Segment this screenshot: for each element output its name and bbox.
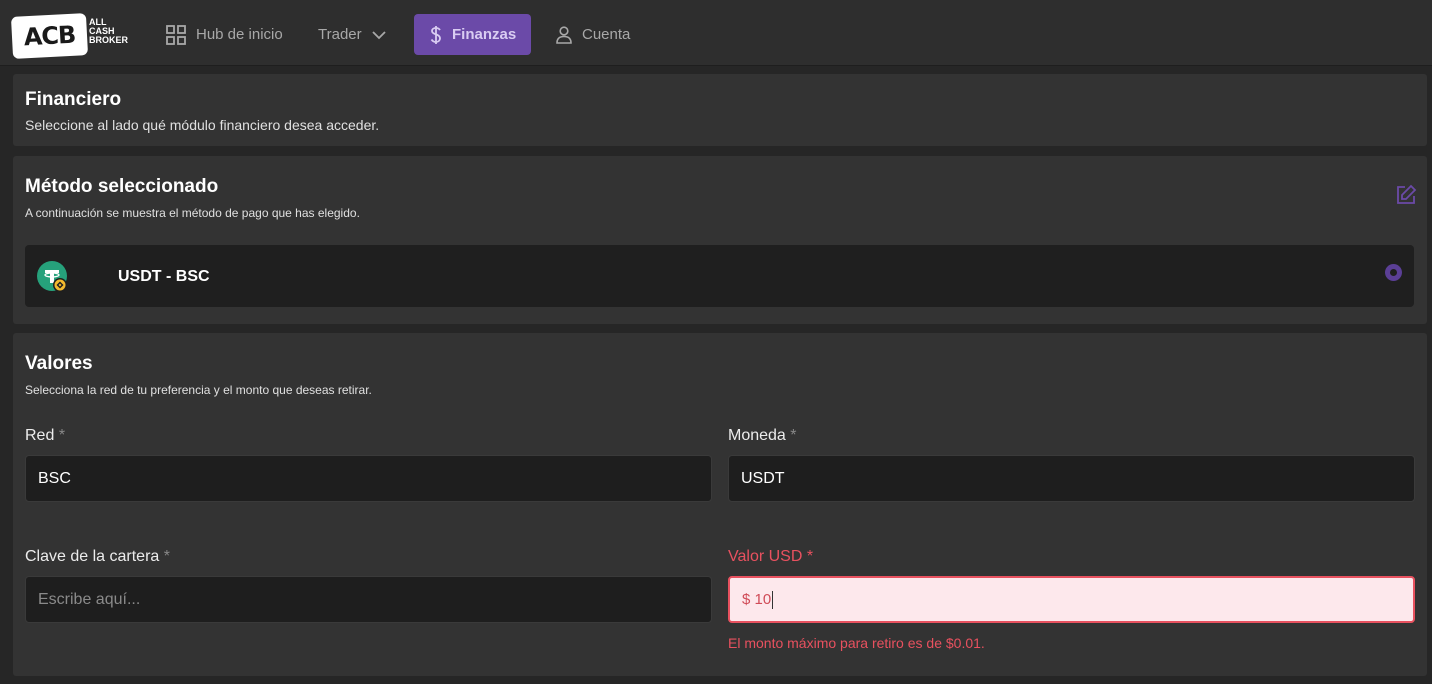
metodo-subtitle: A continuación se muestra el método de p… [25,206,360,220]
nav-finanzas[interactable]: Finanzas [414,14,531,55]
valores-card: Valores Selecciona la red de tu preferen… [13,333,1427,676]
nav-cuenta[interactable]: Cuenta [540,14,646,55]
financiero-card: Financiero Seleccione al lado qué módulo… [13,74,1427,146]
moneda-label: Moneda * [728,427,797,445]
chevron-down-icon [371,30,386,39]
red-value: BSC [38,469,71,487]
metodo-card: Método seleccionado A continuación se mu… [13,156,1427,324]
required-mark: * [790,427,797,444]
selected-method-row[interactable]: USDT - BSC [25,245,1414,307]
required-mark: * [163,548,170,565]
valor-error-message: El monto máximo para retiro es de $0.01. [728,635,985,651]
brand-logo[interactable]: ACB ALL CASH BROKER [10,13,132,59]
moneda-select[interactable]: USDT [728,455,1415,502]
metodo-title: Método seleccionado [25,176,219,197]
wallet-key-input[interactable] [25,576,712,623]
method-radio[interactable] [1385,264,1402,281]
nav-trader-label: Trader [318,26,362,43]
logo-badge: ACB [10,13,89,59]
red-select[interactable]: BSC [25,455,712,502]
method-name: USDT - BSC [118,268,210,285]
nav-finanzas-label: Finanzas [452,26,517,43]
red-label-text: Red [25,427,55,444]
usdt-bsc-icon [37,261,67,292]
valores-title: Valores [25,353,93,374]
valor-usd-label: Valor USD * [728,548,813,566]
nav-hub-de-inicio[interactable]: Hub de inicio [150,14,299,55]
top-navbar: ACB ALL CASH BROKER Hub de inicio Trader… [0,0,1432,66]
page-subtitle: Seleccione al lado qué módulo financiero… [25,117,380,133]
valor-usd-input[interactable]: $ 10 [728,576,1415,623]
red-label: Red * [25,427,65,445]
nav-cuenta-label: Cuenta [582,26,631,43]
nav-hub-label: Hub de inicio [196,26,283,43]
edit-icon[interactable] [1395,184,1417,206]
moneda-value: USDT [741,469,785,487]
moneda-label-text: Moneda [728,427,786,444]
nav-trader[interactable]: Trader [302,14,402,55]
grid-icon [166,24,186,45]
valor-label-text: Valor USD [728,548,803,565]
required-mark: * [58,427,66,444]
logo-mark: ACB [23,20,76,52]
page-title: Financiero [25,89,122,110]
dollar-icon [430,25,441,44]
clave-label-text: Clave de la cartera [25,548,160,565]
logo-text: ALL CASH BROKER [89,17,129,45]
required-mark: * [806,548,814,565]
valores-subtitle: Selecciona la red de tu preferencia y el… [25,383,372,397]
text-caret [772,590,774,609]
clave-label: Clave de la cartera * [25,548,170,566]
valor-usd-value: $ 10 [742,591,772,608]
user-icon [556,25,572,44]
